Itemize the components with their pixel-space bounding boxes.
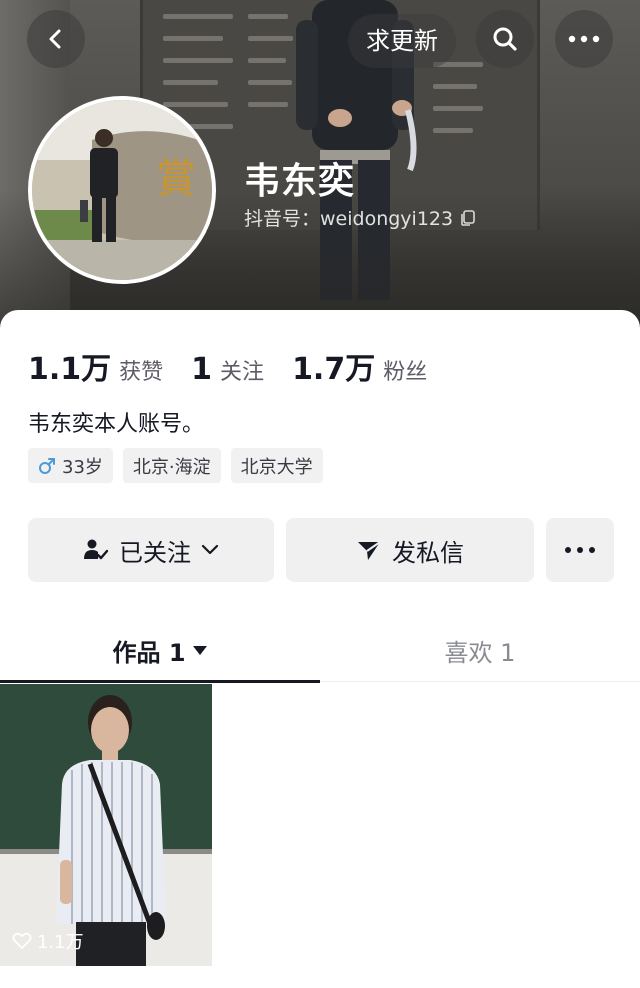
profile-page: 求更新 賞 韦东奕 抖音号：weidongyi123 1.1万 获赞 1 关注 … bbox=[0, 0, 640, 988]
stat-following-label: 关注 bbox=[220, 360, 265, 385]
profile-card: 1.1万 获赞 1 关注 1.7万 粉丝 韦东奕本人账号。 33岁 北京·海淀 … bbox=[0, 310, 640, 988]
stat-followers-label: 粉丝 bbox=[383, 360, 428, 385]
location-tag-text: 北京·海淀 bbox=[132, 456, 211, 478]
action-buttons: 已关注 发私信 bbox=[28, 518, 614, 582]
request-update-button[interactable]: 求更新 bbox=[348, 14, 456, 68]
copy-icon[interactable] bbox=[459, 209, 477, 227]
video-likes-count: 1.1万 bbox=[37, 932, 84, 953]
tab-likes[interactable]: 喜欢 1 bbox=[320, 618, 640, 682]
followed-button-label: 已关注 bbox=[119, 538, 191, 567]
profile-name: 韦东奕 bbox=[244, 161, 356, 202]
search-icon bbox=[493, 27, 517, 51]
heart-icon bbox=[12, 932, 32, 949]
stat-likes-label: 获赞 bbox=[119, 360, 164, 385]
more-options-button[interactable] bbox=[555, 10, 613, 68]
send-message-button[interactable]: 发私信 bbox=[286, 518, 534, 582]
stat-following-value: 1 bbox=[191, 352, 213, 387]
video-thumbnail[interactable]: 1.1万 bbox=[0, 684, 212, 966]
tab-works-label: 作品 1 bbox=[112, 638, 186, 667]
triangle-down-icon bbox=[192, 646, 207, 655]
stat-followers-value: 1.7万 bbox=[292, 352, 376, 387]
svg-text:賞: 賞 bbox=[156, 156, 196, 202]
tab-likes-label: 喜欢 1 bbox=[444, 638, 516, 667]
more-actions-button[interactable] bbox=[546, 518, 614, 582]
age-tag: 33岁 bbox=[28, 448, 113, 483]
location-tag: 北京·海淀 bbox=[122, 448, 221, 483]
school-tag-text: 北京大学 bbox=[240, 456, 313, 478]
avatar[interactable]: 賞 bbox=[28, 96, 216, 284]
avatar-photo: 賞 bbox=[32, 100, 212, 280]
followed-button[interactable]: 已关注 bbox=[28, 518, 274, 582]
chevron-left-icon bbox=[49, 29, 61, 49]
back-button[interactable] bbox=[27, 10, 85, 68]
school-tag[interactable]: 北京大学 bbox=[230, 448, 323, 483]
video-likes: 1.1万 bbox=[12, 928, 84, 954]
stat-likes-value: 1.1万 bbox=[28, 352, 112, 387]
send-message-label: 发私信 bbox=[392, 538, 464, 567]
chevron-down-icon bbox=[201, 544, 219, 555]
age-tag-text: 33岁 bbox=[62, 456, 103, 478]
video-cover-image bbox=[0, 684, 212, 966]
search-button[interactable] bbox=[476, 10, 534, 68]
paper-plane-icon bbox=[358, 541, 381, 560]
user-check-icon bbox=[84, 539, 109, 560]
tab-works[interactable]: 作品 1 bbox=[0, 618, 320, 683]
content-tabs: 作品 1 喜欢 1 bbox=[0, 618, 640, 683]
stat-following[interactable]: 1 关注 bbox=[191, 352, 264, 387]
stat-likes[interactable]: 1.1万 获赞 bbox=[28, 344, 163, 388]
stats-row: 1.1万 获赞 1 关注 1.7万 粉丝 bbox=[28, 344, 455, 388]
douyin-id-text: 抖音号：weidongyi123 bbox=[244, 208, 454, 230]
more-dots-icon bbox=[568, 35, 600, 43]
bio-text: 韦东奕本人账号。 bbox=[28, 412, 205, 437]
male-icon bbox=[39, 457, 55, 474]
more-dots-icon bbox=[565, 547, 595, 553]
stat-followers[interactable]: 1.7万 粉丝 bbox=[292, 344, 427, 388]
douyin-id: 抖音号：weidongyi123 bbox=[244, 204, 477, 231]
profile-tags: 33岁 北京·海淀 北京大学 bbox=[28, 448, 323, 483]
